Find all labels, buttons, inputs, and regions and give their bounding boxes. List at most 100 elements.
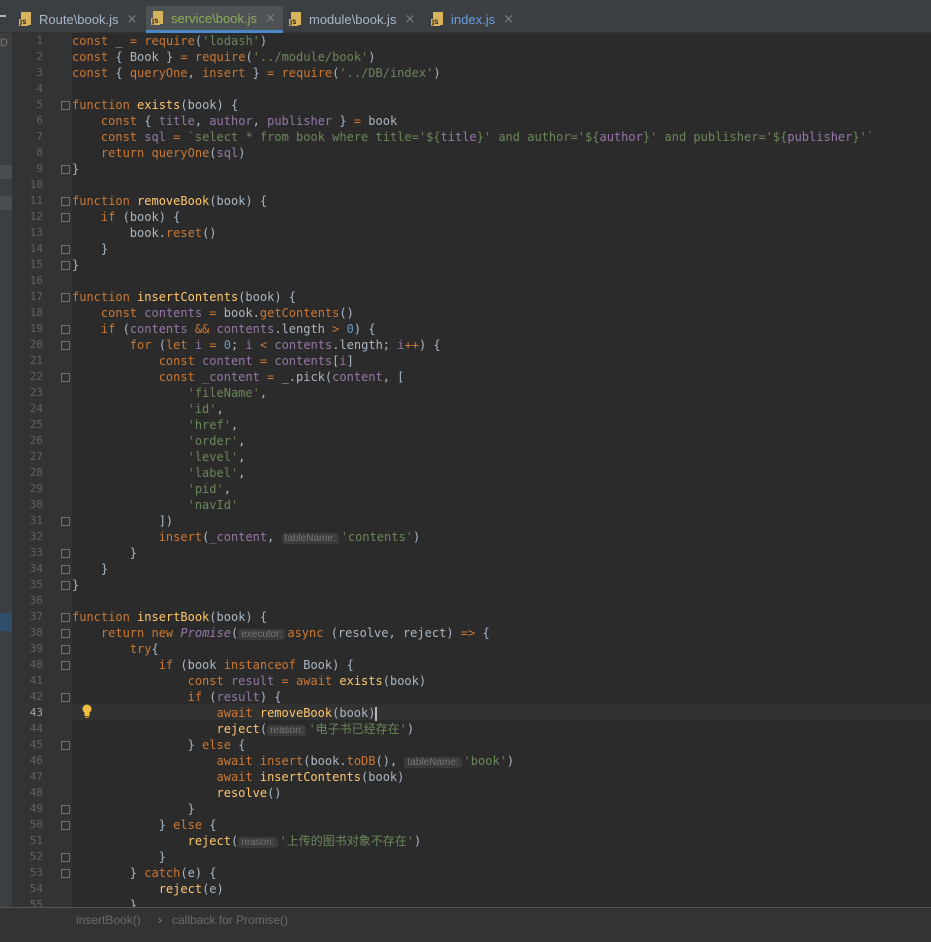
breadcrumb-separator-icon: › [158,913,162,927]
code-line: 'pid', [187,482,231,496]
line-number: 45 [29,738,43,751]
left-label: D [0,37,8,49]
fold-marker-icon[interactable] [61,869,70,878]
code-line: reject(reason: '上传的图书对象不存在') [187,834,422,848]
code-line: const _ = require('lodash') [72,34,268,48]
code-line: const { queryOne, insert } = require('..… [72,66,441,80]
fold-marker-icon[interactable] [61,197,70,206]
line-number: 52 [29,850,43,863]
fold-marker-icon[interactable] [61,645,70,654]
fold-marker-icon[interactable] [61,661,70,670]
line-number: 39 [29,642,43,655]
tab-route-book[interactable]: JS Route\book.js × [19,6,140,33]
line-number: 44 [29,722,43,735]
line-number: 7 [36,130,43,143]
code-editor[interactable]: const _ = require('lodash') const { Book… [72,33,931,907]
close-icon[interactable]: × [503,12,514,27]
code-line: } [72,562,109,576]
breadcrumb-item-callback[interactable]: callback for Promise() [172,913,288,927]
tab-module-book[interactable]: JS module\book.js × [289,6,420,33]
code-line: const _content = _.pick(content, [ [158,370,405,384]
fold-marker-icon[interactable] [61,581,70,590]
fold-marker-icon[interactable] [61,245,70,254]
line-number: 14 [29,242,43,255]
tab-label: index.js [451,12,496,27]
fold-marker-icon[interactable] [61,565,70,574]
code-line: return queryOne(sql) [100,146,246,160]
fold-marker-icon[interactable] [61,517,70,526]
fold-marker-icon[interactable] [61,549,70,558]
line-number: 36 [29,594,43,607]
line-number: 34 [29,562,43,575]
code-line: function exists(book) { [72,98,239,112]
fold-marker-icon[interactable] [61,853,70,862]
code-line: for (let i = 0; i < contents.length; i++… [129,338,441,352]
collapse-icon[interactable] [0,15,6,17]
line-number: 10 [29,178,43,191]
line-number: 19 [29,322,43,335]
tab-index[interactable]: JS index.js × [431,6,522,33]
line-number: 31 [29,514,43,527]
breadcrumb-item-insertbook[interactable]: insertBook() [76,913,141,927]
code-line: } else { [72,738,246,752]
line-number: 12 [29,210,43,223]
javascript-file-icon: JS [19,12,33,27]
line-number: 2 [36,50,43,63]
code-line: resolve() [216,786,282,800]
code-line: function insertBook(book) { [72,610,268,624]
line-number: 46 [29,754,43,767]
code-line: 'order', [187,434,246,448]
line-number: 20 [29,338,43,351]
code-line: await insertContents(book) [216,770,405,784]
fold-marker-icon[interactable] [61,261,70,270]
line-number: 21 [29,354,43,367]
fold-marker-icon[interactable] [61,325,70,334]
code-line: await insert(book.toDB(), tableName:'boo… [216,754,515,768]
line-number: 3 [36,66,43,79]
fold-marker-icon[interactable] [61,629,70,638]
fold-marker-icon[interactable] [61,165,70,174]
code-line: book.reset() [129,226,217,240]
line-number: 11 [29,194,43,207]
line-number: 50 [29,818,43,831]
fold-marker-icon[interactable] [61,821,70,830]
fold-marker-icon[interactable] [61,805,70,814]
fold-marker-icon[interactable] [61,293,70,302]
tab-service-book[interactable]: JS service\book.js × [146,6,283,33]
line-number: 53 [29,866,43,879]
side-marker [0,165,12,179]
code-line: const { Book } = require('../module/book… [72,50,376,64]
fold-marker-icon[interactable] [61,613,70,622]
line-number: 43 [29,706,43,719]
fold-marker-icon[interactable] [61,741,70,750]
parameter-hint: tableName: [281,533,339,544]
parameter-hint: reason: [267,725,307,736]
line-number: 40 [29,658,43,671]
code-line: reject(reason: '电子书已经存在') [216,722,415,736]
line-number: 1 [36,34,43,47]
code-line: 'navId' [187,498,239,512]
line-number: 18 [29,306,43,319]
line-number: 38 [29,626,43,639]
code-line: } catch(e) { [72,866,217,880]
side-marker [0,613,12,631]
line-number: 23 [29,386,43,399]
close-icon[interactable]: × [265,11,276,26]
fold-marker-icon[interactable] [61,101,70,110]
close-icon[interactable]: × [127,12,138,27]
line-number: 27 [29,450,43,463]
code-line: 'id', [187,402,224,416]
code-line: function removeBook(book) { [72,194,268,208]
code-line: if (contents && contents.length > 0) { [100,322,376,336]
tab-label: Route\book.js [39,12,119,27]
fold-marker-icon[interactable] [61,693,70,702]
code-line: } [72,546,138,560]
close-icon[interactable]: × [404,12,415,27]
fold-marker-icon[interactable] [61,341,70,350]
code-line: return new Promise(executor: async (resol… [100,626,490,640]
code-line: if (result) { [187,690,282,704]
fold-marker-icon[interactable] [61,373,70,382]
code-line: const { title, author, publisher } = boo… [100,114,398,128]
line-number: 42 [29,690,43,703]
fold-marker-icon[interactable] [61,213,70,222]
